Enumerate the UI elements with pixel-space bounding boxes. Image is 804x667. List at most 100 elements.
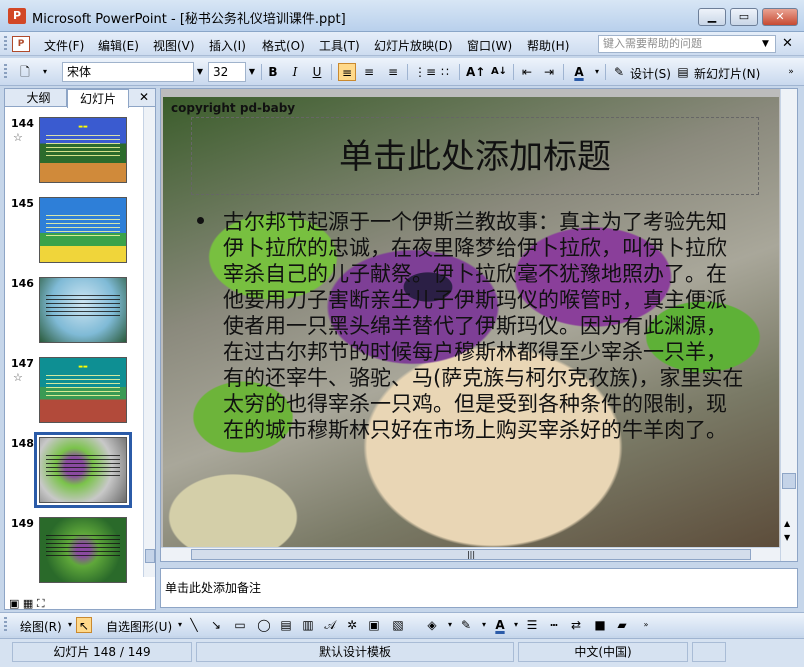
menu-file[interactable]: 文件(F) xyxy=(44,37,84,54)
menu-tools[interactable]: 工具(T) xyxy=(319,37,360,54)
chevron-down-icon[interactable]: ▼ xyxy=(762,35,769,53)
title-placeholder[interactable]: 单击此处添加标题 xyxy=(191,117,759,195)
scroll-thumb[interactable] xyxy=(782,473,796,489)
menu-insert[interactable]: 插入(I) xyxy=(209,37,246,54)
minimize-button[interactable]: ▁ xyxy=(698,8,726,26)
slide-preview[interactable]: ▬▬ xyxy=(39,117,127,183)
body-textbox[interactable]: 古尔邦节起源于一个伊斯兰教故事：真主为了考验先知伊卜拉欣的忠诚，在夜里降梦给伊卜… xyxy=(197,209,745,443)
slide-sorter-view-icon[interactable]: ▦ xyxy=(23,597,33,610)
close-document-icon[interactable]: ✕ xyxy=(782,36,793,51)
vertical-textbox-icon[interactable]: ▥ xyxy=(300,617,316,633)
design-button[interactable]: 设计(S) xyxy=(630,65,671,82)
toolbar-options-icon[interactable]: ▾ xyxy=(36,63,54,81)
slide-preview[interactable] xyxy=(39,517,127,583)
menu-edit[interactable]: 编辑(E) xyxy=(98,37,139,54)
new-slide-button[interactable]: 新幻灯片(N) xyxy=(694,65,760,82)
font-size-field[interactable]: 32 xyxy=(208,62,246,82)
editor-horizontal-scrollbar[interactable]: ||| xyxy=(161,547,780,561)
menu-slideshow[interactable]: 幻灯片放映(D) xyxy=(374,37,453,54)
font-size-dropdown-icon[interactable]: ▼ xyxy=(246,62,258,82)
font-color-dropdown-icon[interactable]: ▾ xyxy=(588,63,606,81)
slides-pane-scrollbar[interactable] xyxy=(143,107,155,577)
new-document-icon[interactable]: 🗋 xyxy=(16,63,34,81)
window-title: Microsoft PowerPoint - [秘书公务礼仪培训课件.ppt] xyxy=(32,12,346,27)
fill-color-icon[interactable]: ◈ xyxy=(424,617,440,633)
decrease-indent-icon[interactable]: ⇤ xyxy=(518,63,536,81)
slide-preview-selected[interactable] xyxy=(34,432,132,508)
oval-icon[interactable]: ◯ xyxy=(256,617,272,633)
bold-button[interactable]: B xyxy=(264,63,282,81)
increase-font-icon[interactable]: A↑ xyxy=(466,63,485,81)
chevron-down-icon[interactable]: ▾ xyxy=(442,617,458,633)
bullet-list-icon[interactable]: ∷ xyxy=(436,63,454,81)
scroll-thumb[interactable]: ||| xyxy=(191,549,751,560)
slide-preview[interactable] xyxy=(39,197,127,263)
menu-help[interactable]: 帮助(H) xyxy=(527,37,569,54)
document-icon[interactable]: P xyxy=(12,36,30,52)
chevron-down-icon[interactable]: ▾ xyxy=(476,617,492,633)
font-color-icon[interactable]: A xyxy=(570,63,588,81)
slide-canvas[interactable]: copyright pd-baby 单击此处添加标题 古尔邦节起源于一个伊斯兰教… xyxy=(163,97,779,549)
italic-button[interactable]: I xyxy=(286,63,304,81)
increase-indent-icon[interactable]: ⇥ xyxy=(540,63,558,81)
textbox-icon[interactable]: ▤ xyxy=(278,617,294,633)
maximize-button[interactable]: ▭ xyxy=(730,8,758,26)
previous-slide-icon[interactable]: ▲ xyxy=(784,519,790,528)
slide-thumbnail-148[interactable]: 148 xyxy=(5,432,145,517)
next-slide-icon[interactable]: ▼ xyxy=(784,533,790,542)
toolbar-grip-icon[interactable] xyxy=(4,64,7,80)
chevron-down-icon[interactable]: ▾ xyxy=(508,617,524,633)
numbered-list-icon[interactable]: ⋮≡ xyxy=(414,63,436,81)
close-pane-icon[interactable]: ✕ xyxy=(139,90,149,104)
clipart-icon[interactable]: ▣ xyxy=(366,617,382,633)
toolbar-overflow-icon[interactable]: » xyxy=(638,617,654,633)
toolbar-overflow-icon[interactable]: » xyxy=(782,63,800,81)
line-color-icon[interactable]: ✎ xyxy=(458,617,474,633)
line-icon[interactable]: ╲ xyxy=(186,617,202,633)
toolbar-grip-icon[interactable] xyxy=(4,617,7,633)
slide-thumbnail-144[interactable]: 144 ☆ ▬▬ xyxy=(5,117,145,197)
align-center-icon[interactable]: ≡ xyxy=(360,63,378,81)
diagram-icon[interactable]: ✲ xyxy=(344,617,360,633)
line-style-icon[interactable]: ☰ xyxy=(524,617,540,633)
rectangle-icon[interactable]: ▭ xyxy=(232,617,248,633)
scroll-thumb[interactable] xyxy=(145,549,155,563)
slide-editor: copyright pd-baby 单击此处添加标题 古尔邦节起源于一个伊斯兰教… xyxy=(160,88,798,562)
wordart-icon[interactable]: 𝒜 xyxy=(322,617,338,633)
notes-pane[interactable]: 单击此处添加备注 xyxy=(160,568,798,608)
slide-preview[interactable] xyxy=(39,277,127,343)
dash-style-icon[interactable]: ┅ xyxy=(546,617,562,633)
slide-preview[interactable]: ▬▬ xyxy=(39,357,127,423)
close-window-button[interactable]: ✕ xyxy=(762,8,798,26)
3d-style-icon[interactable]: ▰ xyxy=(614,617,630,633)
arrow-icon[interactable]: ↘ xyxy=(208,617,224,633)
draw-menu-button[interactable]: 绘图(R) xyxy=(20,618,62,635)
decrease-font-icon[interactable]: A↓ xyxy=(490,63,508,81)
editor-vertical-scrollbar[interactable]: ▲ ▼ xyxy=(780,89,797,561)
slide-thumbnail-145[interactable]: 145 xyxy=(5,197,145,277)
select-objects-icon[interactable]: ↖ xyxy=(76,617,92,633)
autoshapes-button[interactable]: 自选图形(U) xyxy=(106,618,172,635)
menu-format[interactable]: 格式(O) xyxy=(262,37,305,54)
underline-button[interactable]: U xyxy=(308,63,326,81)
align-right-icon[interactable]: ≡ xyxy=(384,63,402,81)
help-search-input[interactable]: 键入需要帮助的问题 xyxy=(598,35,776,53)
font-name-dropdown-icon[interactable]: ▼ xyxy=(194,62,206,82)
picture-icon[interactable]: ▧ xyxy=(390,617,406,633)
font-name-field[interactable]: 宋体 xyxy=(62,62,194,82)
arrow-style-icon[interactable]: ⇄ xyxy=(568,617,584,633)
design-template[interactable]: 默认设计模板 xyxy=(196,642,514,662)
align-left-icon[interactable]: ≡ xyxy=(338,63,356,81)
menu-view[interactable]: 视图(V) xyxy=(153,37,195,54)
menu-window[interactable]: 窗口(W) xyxy=(467,37,512,54)
slideshow-view-icon[interactable]: ⛶ xyxy=(37,597,45,610)
slide-thumbnail-146[interactable]: 146 xyxy=(5,277,145,357)
slide-thumbnail-149[interactable]: 149 xyxy=(5,517,145,597)
font-color-icon[interactable]: A xyxy=(492,617,508,633)
tab-slides[interactable]: 幻灯片 xyxy=(67,89,129,108)
normal-view-icon[interactable]: ▣ xyxy=(9,597,19,610)
shadow-style-icon[interactable]: ■ xyxy=(592,617,608,633)
menu-grip-icon[interactable] xyxy=(4,36,7,52)
slide-thumbnail-147[interactable]: 147 ☆ ▬▬ xyxy=(5,357,145,437)
tab-outline[interactable]: 大纲 xyxy=(11,89,67,107)
